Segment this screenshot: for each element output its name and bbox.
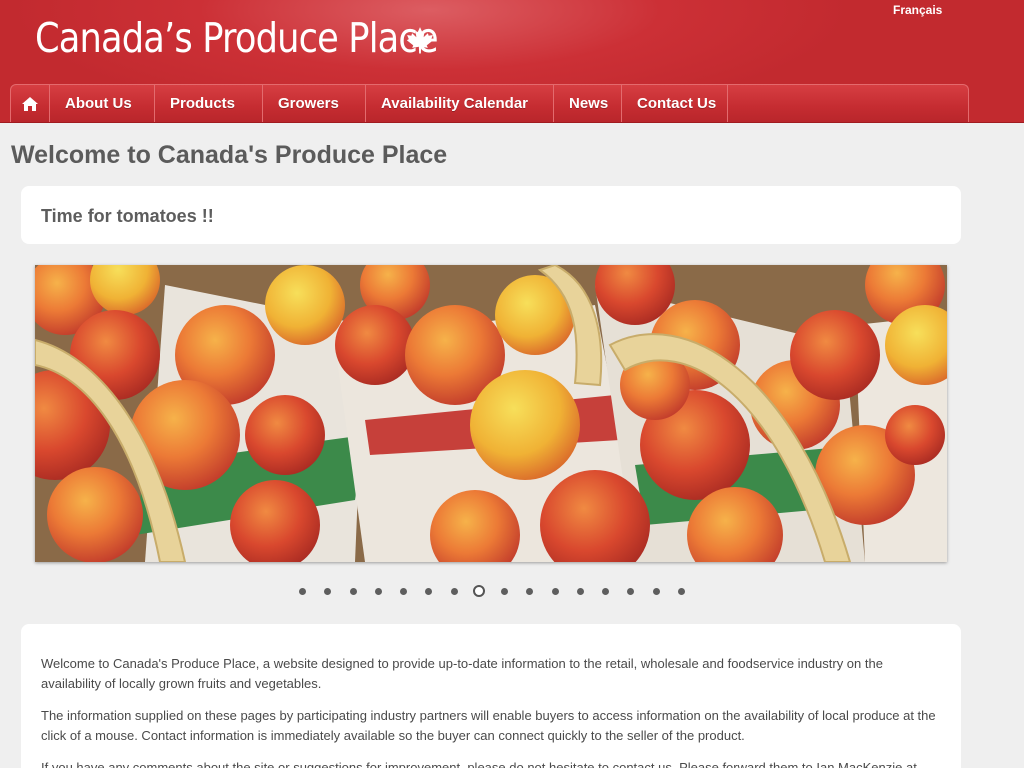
slideshow-dot[interactable] [467,585,492,597]
nav-item-label: Availability Calendar [381,95,528,112]
slideshow-dot[interactable] [391,585,416,597]
page-title: Welcome to Canada's Produce Place [11,141,448,169]
slideshow-dot[interactable] [290,585,315,597]
slideshow-dot[interactable] [644,585,669,597]
notice-heading: Time for tomatoes !! [41,206,214,226]
intro-paragraph: Welcome to Canada's Produce Place, a web… [41,656,883,691]
site-header: Canada’s Produce Place Français About Us… [0,0,1024,123]
intro-card: Welcome to Canada's Produce Place, a web… [21,624,961,768]
nav-item-news[interactable]: News [554,85,622,122]
nav-item-label: Products [170,95,236,112]
site-title[interactable]: Canada’s Produce Place [35,14,439,62]
nav-item-contact-us[interactable]: Contact Us [622,85,728,122]
slideshow-dot[interactable] [669,585,694,597]
slideshow-dot[interactable] [593,585,618,597]
nav-item-label: Growers [278,95,339,112]
slideshow-dot[interactable] [416,585,441,597]
nav-item-products[interactable]: Products [155,85,263,122]
nav-item-label: About Us [65,95,132,112]
slideshow-dot[interactable] [442,585,467,597]
nav-item-about-us[interactable]: About Us [50,85,155,122]
slideshow-dot[interactable] [315,585,340,597]
intro-paragraph: The information supplied on these pages … [41,708,936,743]
notice-card: Time for tomatoes !! [21,186,961,244]
slideshow-dot[interactable] [568,585,593,597]
maple-leaf-icon [406,27,434,54]
slideshow-pagination [290,585,694,597]
slideshow-dot[interactable] [517,585,542,597]
home-icon [22,96,38,111]
main-nav: About Us Products Growers Availability C… [10,84,969,122]
slideshow-dot[interactable] [618,585,643,597]
slideshow-dot[interactable] [543,585,568,597]
nav-item-growers[interactable]: Growers [263,85,366,122]
nav-item-availability-calendar[interactable]: Availability Calendar [366,85,554,122]
slideshow-dot[interactable] [366,585,391,597]
intro-paragraph: If you have any comments about the site … [41,760,917,768]
peaches-photo [35,265,947,562]
language-toggle-link[interactable]: Français [893,3,942,17]
nav-item-label: Contact Us [637,95,717,112]
nav-home-button[interactable] [11,85,50,122]
slideshow-image[interactable] [35,265,947,562]
slideshow-dot[interactable] [492,585,517,597]
slideshow-dot[interactable] [341,585,366,597]
nav-item-label: News [569,95,609,112]
